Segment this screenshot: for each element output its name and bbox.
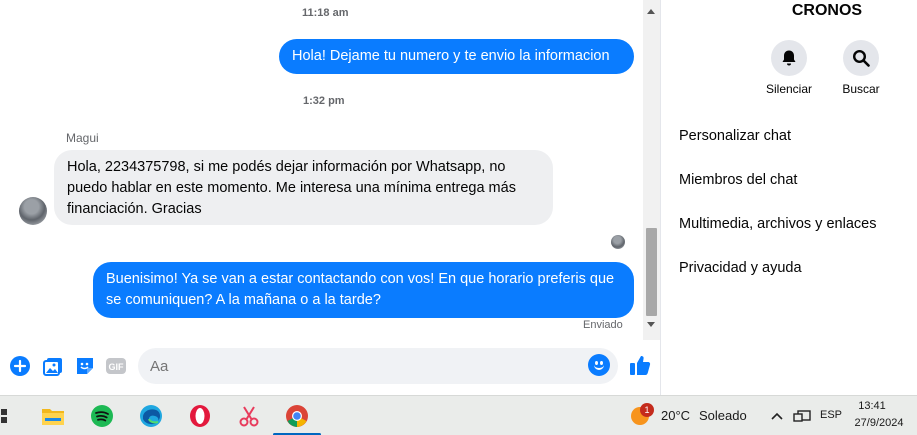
sticker-icon[interactable] [74,355,96,377]
sender-name: Magui [66,131,99,145]
file-explorer-icon[interactable] [40,403,66,429]
chrome-browser-icon[interactable] [284,403,310,429]
outgoing-message[interactable]: Buenisimo! Ya se van a estar contactando… [93,262,634,318]
svg-text:GIF: GIF [109,362,125,372]
menu-item-customize-chat[interactable]: Personalizar chat [679,128,791,144]
message-composer: GIF [0,340,661,395]
thumbs-up-icon[interactable] [628,353,652,377]
scroll-down-arrow-icon[interactable] [647,322,655,327]
mute-button[interactable] [771,40,807,76]
timestamp: 11:18 am [302,7,349,19]
snipping-tool-icon[interactable] [236,403,262,429]
app-root: 11:18 am Hola! Dejame tu numero y te env… [0,0,917,435]
bell-icon [782,50,796,66]
network-icon[interactable] [791,403,813,429]
weather-temperature[interactable]: 20°C [661,408,690,423]
emoji-icon[interactable] [588,354,610,376]
opera-browser-icon[interactable] [187,403,213,429]
delivery-status: Enviado [583,319,623,331]
incoming-message[interactable]: Hola, 2234375798, si me podés dejar info… [54,150,553,225]
search-icon [852,49,870,67]
read-receipt-avatar [611,235,625,249]
menu-item-media-files-links[interactable]: Multimedia, archivos y enlaces [679,216,876,232]
conversation-title: CRONOS [791,2,863,19]
edge-browser-icon[interactable] [138,403,164,429]
menu-item-chat-members[interactable]: Miembros del chat [679,172,797,188]
gif-icon[interactable]: GIF [105,355,127,377]
start-icon[interactable] [0,403,8,429]
search-label: Buscar [842,82,880,96]
message-input[interactable] [138,348,618,384]
menu-item-privacy-help[interactable]: Privacidad y ayuda [679,260,802,276]
plus-icon[interactable] [9,355,31,377]
message-list[interactable]: 11:18 am Hola! Dejame tu numero y te env… [0,0,643,340]
mute-label: Silenciar [765,82,813,96]
timestamp: 1:32 pm [303,95,345,107]
spotify-icon[interactable] [89,403,115,429]
weather-description[interactable]: Soleado [699,408,747,423]
gallery-icon[interactable] [42,355,64,377]
clock-date[interactable]: 27/9/2024 [848,417,910,429]
chat-area: 11:18 am Hola! Dejame tu numero y te env… [0,0,661,395]
input-language[interactable]: ESP [820,409,842,421]
contact-avatar[interactable] [19,197,47,225]
scroll-thumb[interactable] [646,228,657,316]
search-button[interactable] [843,40,879,76]
windows-taskbar: 1 20°C Soleado ESP 13:41 27/9/2024 [0,395,917,435]
chat-info-panel: CRONOS Silenciar Buscar Personalizar cha… [662,0,917,395]
outgoing-message[interactable]: Hola! Dejame tu numero y te envio la inf… [279,39,634,74]
chevron-up-icon[interactable] [768,403,786,429]
scroll-up-arrow-icon[interactable] [647,9,655,14]
clock-time[interactable]: 13:41 [848,400,896,412]
weather-notification-badge: 1 [640,403,654,417]
chat-scrollbar[interactable] [643,0,660,340]
